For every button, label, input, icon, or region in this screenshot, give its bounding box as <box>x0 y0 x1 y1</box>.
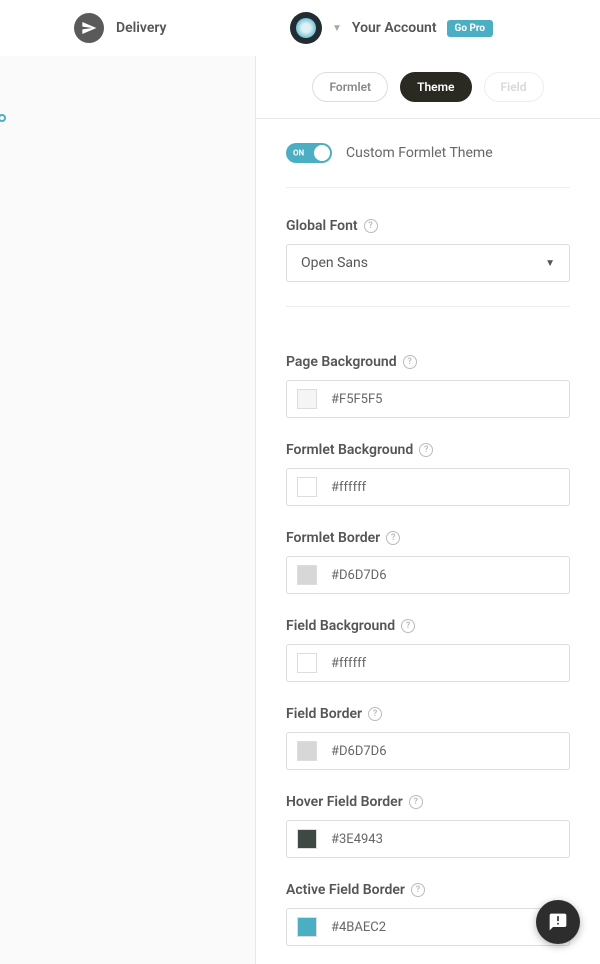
account-label[interactable]: Your Account <box>352 20 437 36</box>
page-bg-group: Page Background? #F5F5F5 <box>286 354 570 418</box>
help-icon[interactable]: ? <box>419 443 433 457</box>
chat-icon <box>548 912 568 932</box>
sidebar-indicator <box>0 114 6 122</box>
field-bg-group: Field Background? #ffffff <box>286 618 570 682</box>
delivery-label: Delivery <box>116 20 167 36</box>
tab-theme[interactable]: Theme <box>400 72 471 102</box>
top-bar: Delivery ▼ Your Account Go Pro <box>0 0 600 56</box>
help-icon[interactable]: ? <box>401 619 415 633</box>
toggle-on-label: ON <box>293 149 304 158</box>
help-icon[interactable]: ? <box>411 883 425 897</box>
help-icon[interactable]: ? <box>409 795 423 809</box>
help-icon[interactable]: ? <box>368 707 382 721</box>
hover-border-group: Hover Field Border? #3E4943 <box>286 794 570 858</box>
settings-inner: ON Custom Formlet Theme Global Font ? Op… <box>256 119 600 964</box>
paper-plane-icon <box>74 13 104 43</box>
left-sidebar <box>0 56 256 964</box>
swatch <box>297 477 317 497</box>
hover-border-input[interactable]: #3E4943 <box>286 820 570 858</box>
custom-theme-row: ON Custom Formlet Theme <box>286 143 570 188</box>
swatch <box>297 917 317 937</box>
active-border-group: Active Field Border? #4BAEC2 <box>286 882 570 946</box>
formlet-border-input[interactable]: #D6D7D6 <box>286 556 570 594</box>
global-font-label: Global Font ? <box>286 218 570 234</box>
global-font-group: Global Font ? Open Sans ▼ <box>286 218 570 282</box>
help-icon[interactable]: ? <box>364 219 378 233</box>
global-font-value: Open Sans <box>301 255 368 271</box>
swatch <box>297 829 317 849</box>
formlet-bg-input[interactable]: #ffffff <box>286 468 570 506</box>
account-area: ▼ Your Account Go Pro <box>290 12 493 44</box>
go-pro-badge[interactable]: Go Pro <box>447 20 494 37</box>
main: Formlet Theme Field ON Custom Formlet Th… <box>0 56 600 964</box>
formlet-bg-group: Formlet Background? #ffffff <box>286 442 570 506</box>
page-bg-input[interactable]: #F5F5F5 <box>286 380 570 418</box>
caret-down-icon: ▼ <box>545 258 555 269</box>
tab-formlet[interactable]: Formlet <box>312 72 388 102</box>
formlet-border-group: Formlet Border? #D6D7D6 <box>286 530 570 594</box>
field-border-group: Field Border? #D6D7D6 <box>286 706 570 770</box>
swatch <box>297 741 317 761</box>
toggle-knob <box>314 145 330 161</box>
custom-theme-label: Custom Formlet Theme <box>346 145 493 161</box>
chevron-down-icon[interactable]: ▼ <box>332 23 342 34</box>
right-panel: Formlet Theme Field ON Custom Formlet Th… <box>256 56 600 964</box>
tab-field[interactable]: Field <box>484 72 544 102</box>
section-divider <box>286 306 570 330</box>
swatch <box>297 653 317 673</box>
help-icon[interactable]: ? <box>386 531 400 545</box>
active-border-input[interactable]: #4BAEC2 <box>286 908 570 946</box>
help-icon[interactable]: ? <box>403 355 417 369</box>
global-font-select[interactable]: Open Sans ▼ <box>286 244 570 282</box>
chat-button[interactable] <box>536 900 580 944</box>
swatch <box>297 565 317 585</box>
swatch <box>297 389 317 409</box>
settings-scroll[interactable]: ON Custom Formlet Theme Global Font ? Op… <box>256 118 600 964</box>
nav-delivery[interactable]: Delivery <box>0 13 167 43</box>
custom-theme-toggle[interactable]: ON <box>286 143 332 163</box>
avatar[interactable] <box>290 12 322 44</box>
tab-row: Formlet Theme Field <box>256 56 600 118</box>
field-border-input[interactable]: #D6D7D6 <box>286 732 570 770</box>
field-bg-input[interactable]: #ffffff <box>286 644 570 682</box>
